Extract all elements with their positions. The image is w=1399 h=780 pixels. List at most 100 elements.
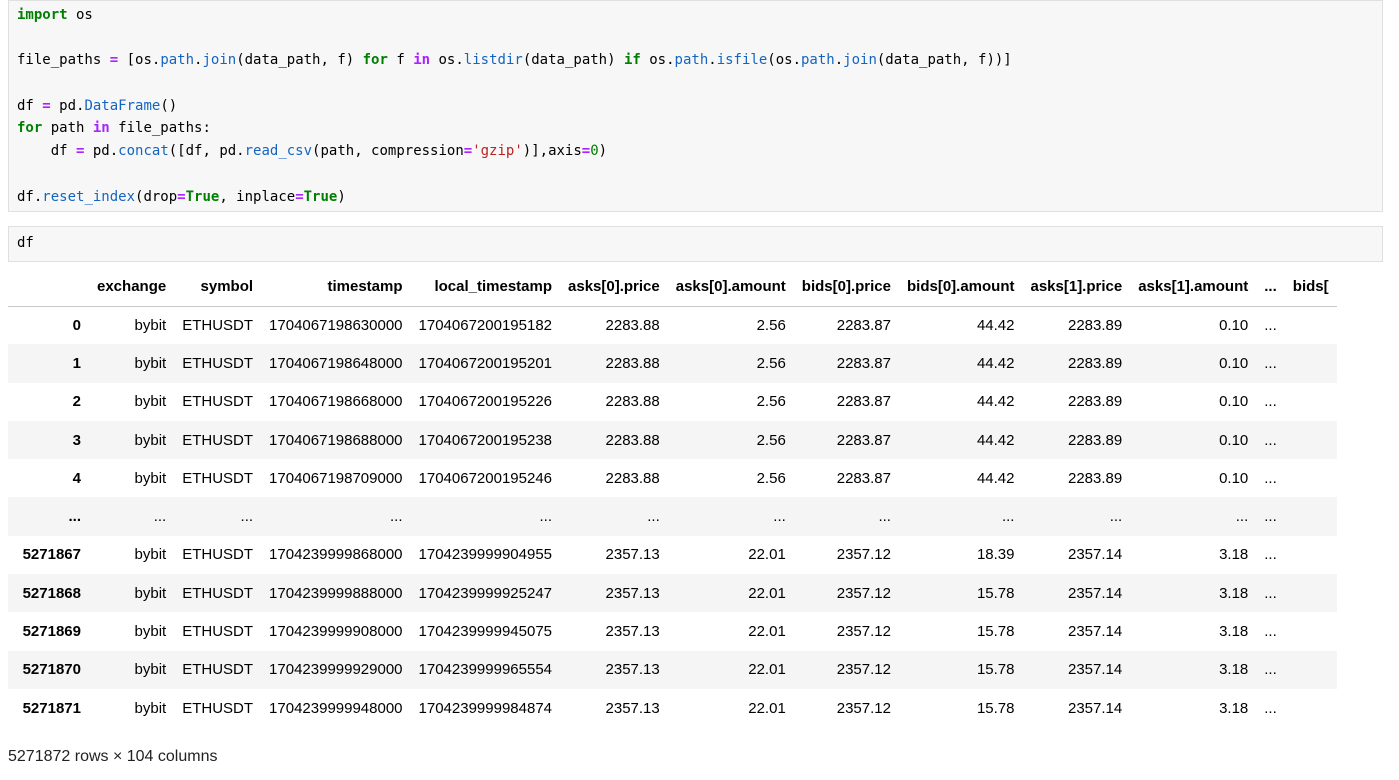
table-cell: 2357.13	[605, 623, 660, 641]
table-cell: 2283.88	[605, 316, 660, 334]
table-cell: bybit	[134, 469, 167, 487]
table-cell: ETHUSDT	[182, 623, 254, 641]
table-cell: 2283.87	[836, 354, 891, 372]
table-cell: 2357.13	[605, 546, 660, 564]
code-cell-display-df[interactable]: df	[8, 226, 1383, 262]
code-cell-load-data[interactable]: import os file_paths = [os.path.join(data…	[8, 0, 1383, 212]
code-token: in	[92, 120, 110, 137]
table-cell	[1285, 383, 1337, 421]
code-token: join	[202, 52, 237, 69]
table-cell: 1704067200195201	[418, 354, 553, 372]
table-cell: 22.01	[748, 699, 786, 717]
table-row: 5271870 bybit ETHUSDT 1704239999929000 17042…	[8, 650, 1337, 689]
table-cell: ...	[1235, 508, 1249, 526]
table-cell: ETHUSDT	[182, 316, 254, 334]
code-token: f	[387, 52, 414, 69]
table-cell: 1704239999925247	[418, 584, 553, 602]
dataframe-output: exchange symbol timestamp local_timestamp as…	[8, 268, 1399, 727]
code-token: pd.	[50, 97, 85, 114]
code-token: .	[708, 52, 717, 69]
table-cell: ...	[1264, 316, 1277, 334]
table-cell: ETHUSDT	[182, 354, 254, 372]
code-token: )	[337, 188, 346, 205]
code-token: (data_path)	[522, 52, 624, 69]
table-cell: 1704067198648000	[269, 354, 403, 372]
table-cell	[1285, 689, 1337, 727]
table-cell: 2283.89	[1067, 354, 1123, 372]
table-cell: 1704239999965554	[418, 661, 553, 679]
table-cell: 2357.14	[1067, 661, 1123, 679]
row-index: 5271870	[22, 661, 81, 679]
column-header: bids[0].price	[793, 268, 899, 307]
table-cell: 2283.88	[605, 469, 660, 487]
code-token: =	[463, 143, 473, 160]
table-cell: ...	[1264, 393, 1277, 411]
table-cell: 1704239999945075	[418, 623, 553, 641]
dataframe-table: exchange symbol timestamp local_timestamp as…	[8, 268, 1337, 727]
table-cell: bybit	[134, 546, 167, 564]
column-header: exchange	[89, 268, 175, 307]
table-cell: 2.56	[756, 316, 786, 334]
table-row: 5271871 bybit ETHUSDT 1704239999948000 17042…	[8, 689, 1337, 727]
table-cell: 1704067198668000	[269, 393, 403, 411]
row-index: 2	[72, 393, 81, 411]
table-cell: 15.78	[976, 584, 1015, 602]
table-cell: 3.18	[1219, 661, 1249, 679]
table-cell: 2357.12	[836, 584, 891, 602]
table-cell: 1704067198688000	[269, 431, 403, 449]
row-index: 5271869	[22, 623, 81, 641]
table-cell: ...	[1264, 431, 1277, 449]
table-cell: 2.56	[756, 393, 786, 411]
code-token: file_paths	[17, 52, 110, 69]
index-header	[8, 268, 89, 307]
column-header: asks[0].price	[560, 268, 668, 307]
column-header: symbol	[174, 268, 262, 307]
table-cell: ...	[153, 508, 167, 526]
table-cell: ...	[1264, 469, 1277, 487]
column-header: ...	[1256, 268, 1285, 307]
table-cell	[1285, 574, 1337, 612]
table-cell: 2357.12	[836, 546, 891, 564]
table-cell	[1285, 612, 1337, 650]
table-cell: 1704067198709000	[269, 469, 403, 487]
code-token: os	[67, 7, 93, 23]
code-token: =	[295, 188, 304, 205]
table-cell: 2357.14	[1067, 623, 1123, 641]
table-cell: bybit	[134, 316, 167, 334]
code-token: listdir	[463, 52, 523, 69]
row-index: 4	[72, 469, 81, 487]
column-header: local_timestamp	[410, 268, 561, 307]
code-line: df = pd.concat([df, pd.read_csv(path, co…	[17, 140, 1382, 163]
code-token: file_paths:	[109, 120, 211, 137]
table-cell: 2283.88	[605, 354, 660, 372]
table-cell	[1285, 306, 1337, 344]
table-cell: 44.42	[976, 469, 1015, 487]
table-cell: 15.78	[976, 661, 1015, 679]
table-cell: 1704239999888000	[269, 584, 403, 602]
table-cell: 22.01	[748, 623, 786, 641]
code-token: reset_index	[42, 188, 136, 205]
code-token: if	[623, 52, 641, 69]
table-cell: 3.18	[1219, 546, 1249, 564]
code-token: df	[17, 143, 77, 160]
table-cell: ...	[390, 508, 403, 526]
code-token: os.	[430, 52, 464, 69]
table-cell: 15.78	[976, 699, 1015, 717]
code-token: =	[42, 97, 51, 114]
code-token: join	[843, 52, 877, 69]
table-cell: ...	[240, 508, 254, 526]
code-token: (data_path, f))]	[876, 52, 1012, 69]
code-token: True	[185, 188, 220, 205]
table-cell: 44.42	[976, 393, 1015, 411]
table-cell: 2283.89	[1067, 431, 1123, 449]
code-token: pd.	[84, 143, 119, 160]
code-token: (path, compression	[312, 143, 464, 160]
row-index: 5271867	[22, 546, 81, 564]
code-token: for	[17, 120, 43, 137]
table-cell: ...	[1264, 546, 1277, 564]
table-row: 5271867 bybit ETHUSDT 1704239999868000 17042…	[8, 536, 1337, 574]
code-token: path	[42, 120, 93, 137]
column-header: bids[	[1284, 268, 1337, 307]
table-cell: 3.18	[1219, 584, 1249, 602]
